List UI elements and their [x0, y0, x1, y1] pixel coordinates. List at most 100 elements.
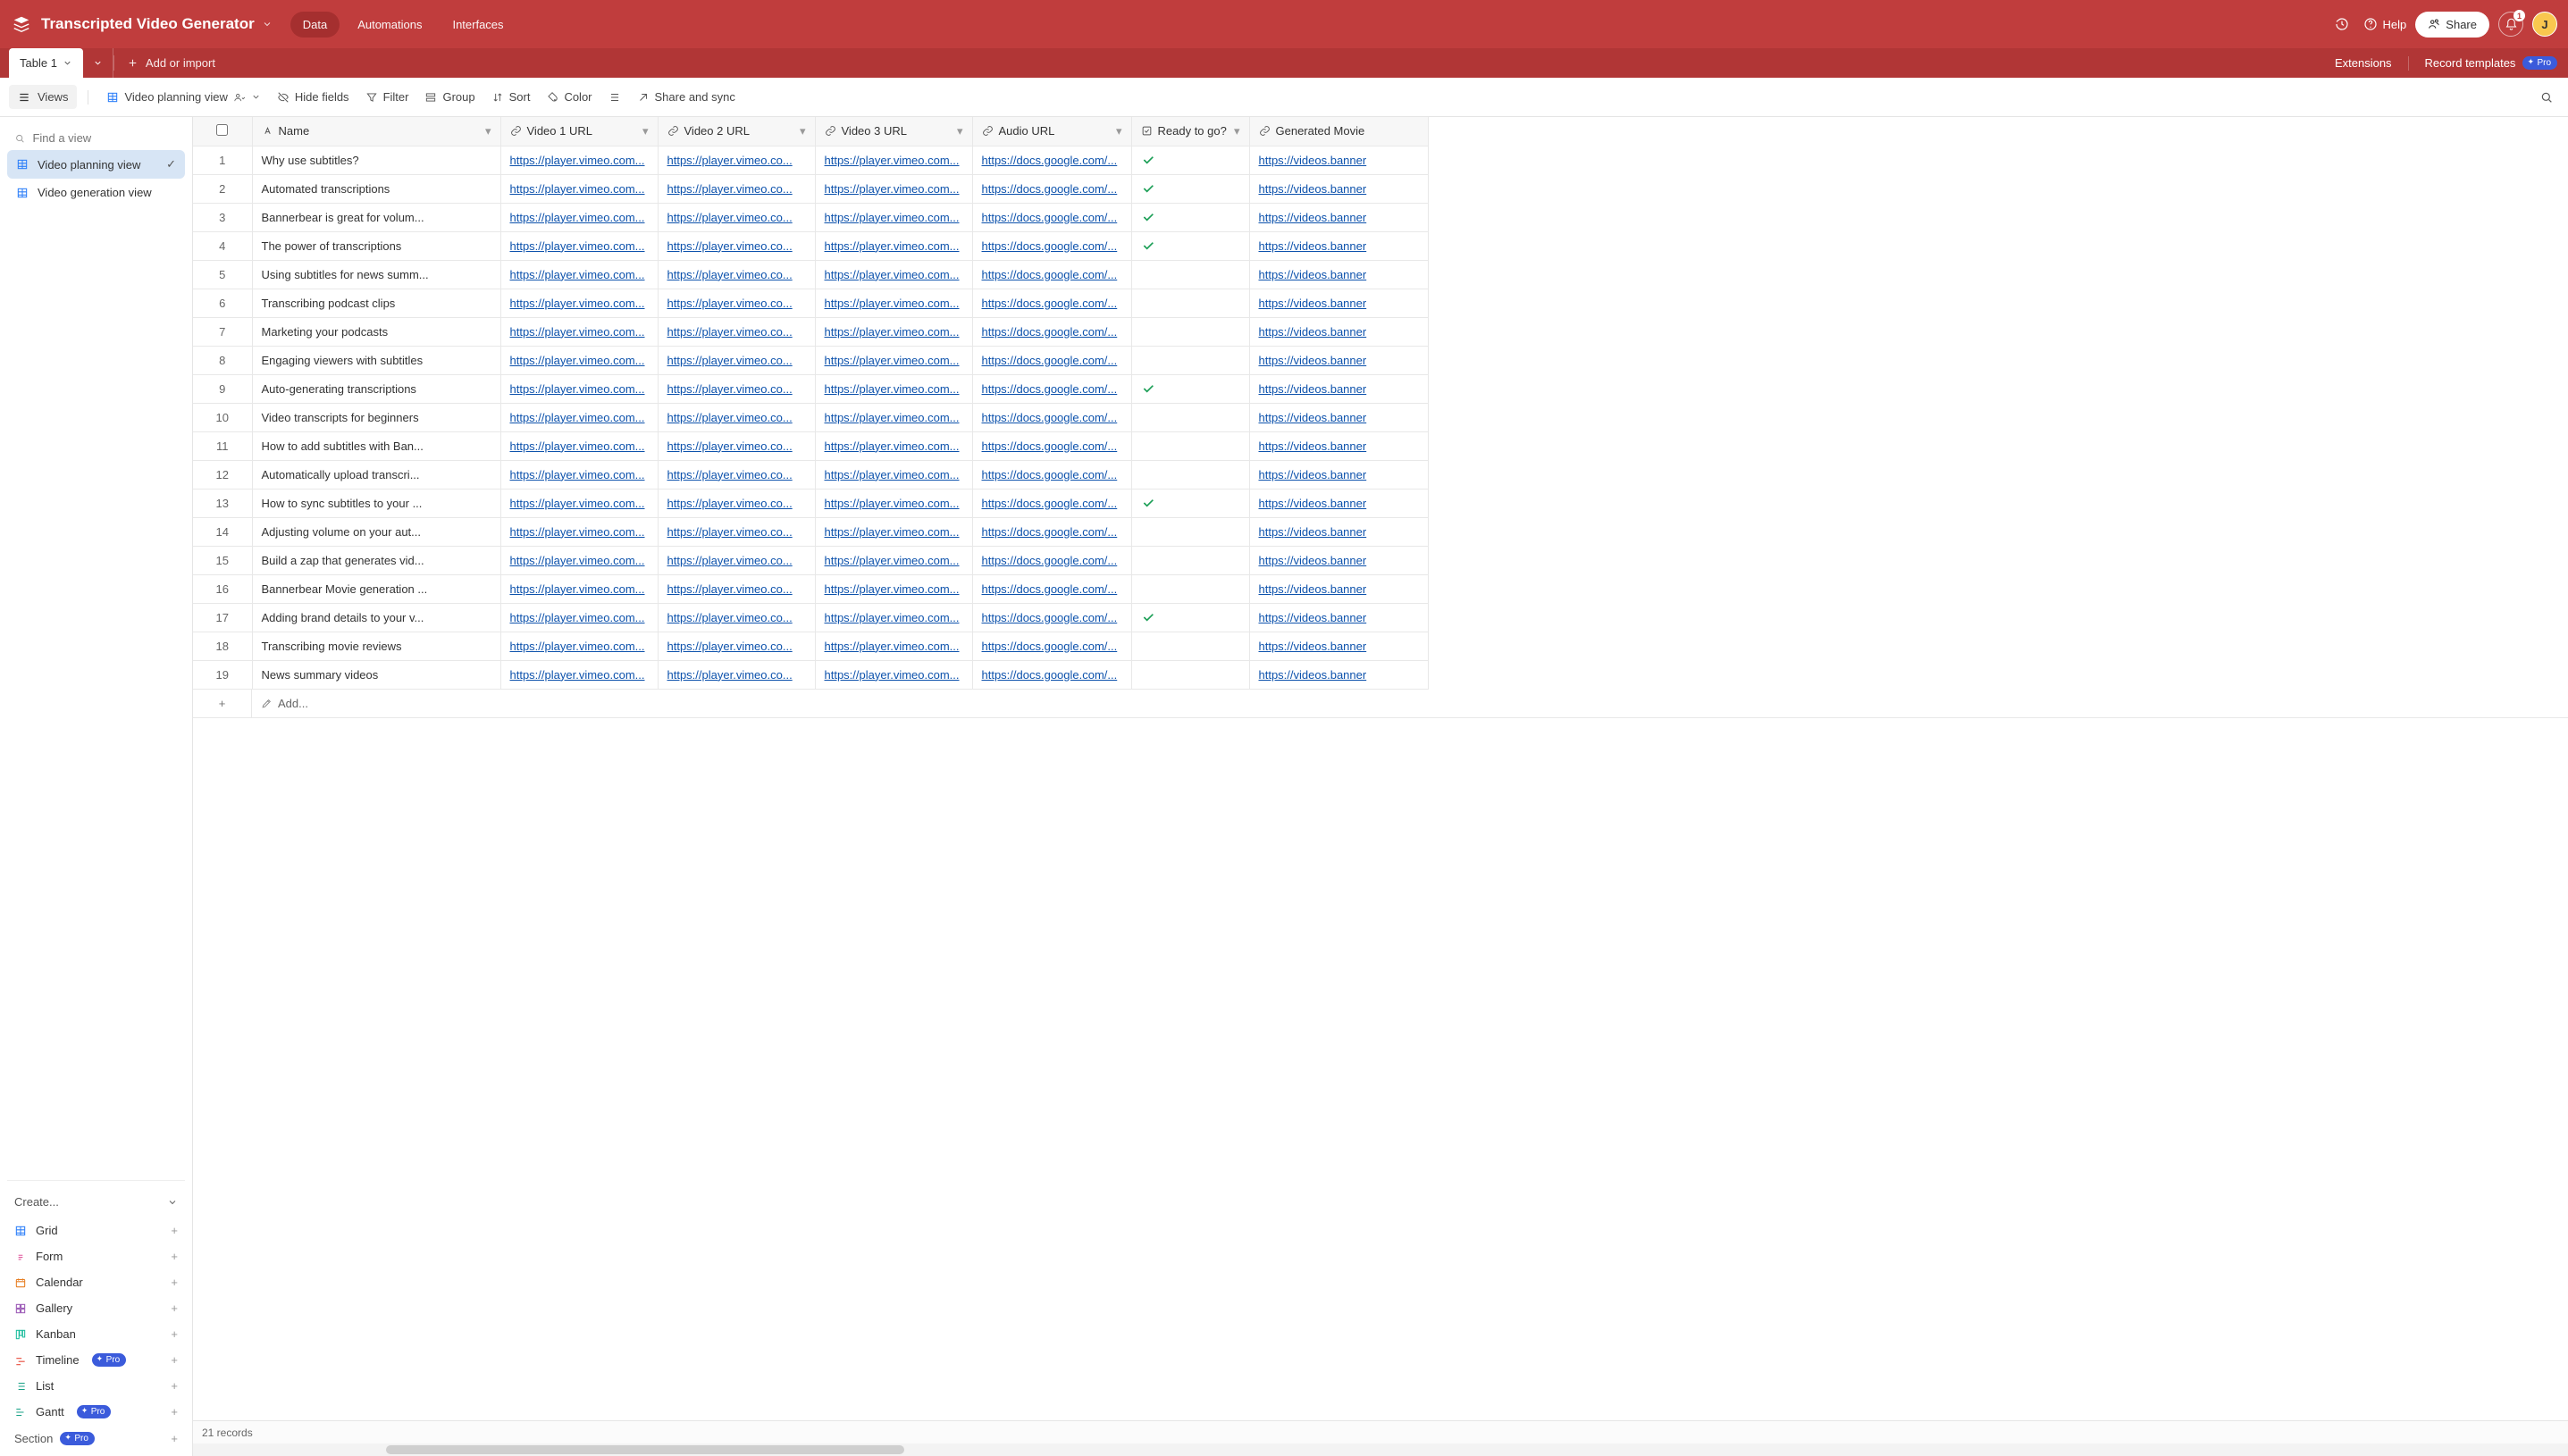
url-link[interactable]: https://player.vimeo.co... [667, 468, 793, 481]
cell-audio[interactable]: https://docs.google.com/... [972, 346, 1131, 374]
url-link[interactable]: https://videos.banner [1259, 182, 1367, 196]
row-number[interactable]: 10 [193, 403, 252, 431]
cell-video2[interactable]: https://player.vimeo.co... [658, 289, 815, 317]
hide-fields-button[interactable]: Hide fields [270, 85, 357, 109]
cell-generated[interactable]: https://videos.banner [1249, 346, 1428, 374]
cell-video1[interactable]: https://player.vimeo.com... [500, 460, 658, 489]
section-create[interactable]: Section Pro + [7, 1425, 185, 1447]
table-row[interactable]: 15 Build a zap that generates vid... htt… [193, 546, 1428, 574]
url-link[interactable]: https://player.vimeo.com... [825, 668, 960, 682]
table-row[interactable]: 12 Automatically upload transcri... http… [193, 460, 1428, 489]
cell-video2[interactable]: https://player.vimeo.co... [658, 203, 815, 231]
cell-generated[interactable]: https://videos.banner [1249, 317, 1428, 346]
table-row[interactable]: 13 How to sync subtitles to your ... htt… [193, 489, 1428, 517]
url-link[interactable]: https://player.vimeo.com... [510, 439, 645, 453]
row-number[interactable]: 4 [193, 231, 252, 260]
cell-generated[interactable]: https://videos.banner [1249, 403, 1428, 431]
cell-video1[interactable]: https://player.vimeo.com... [500, 203, 658, 231]
select-all-checkbox[interactable] [216, 124, 228, 136]
create-view-gallery[interactable]: Gallery+ [7, 1295, 185, 1321]
cell-generated[interactable]: https://videos.banner [1249, 574, 1428, 603]
extensions-button[interactable]: Extensions [2335, 56, 2392, 70]
cell-name[interactable]: Why use subtitles? [252, 146, 500, 174]
views-toggle[interactable]: Views [9, 85, 77, 109]
cell-video1[interactable]: https://player.vimeo.com... [500, 574, 658, 603]
cell-ready[interactable] [1131, 546, 1249, 574]
url-link[interactable]: https://player.vimeo.com... [825, 297, 960, 310]
table-row[interactable]: 10 Video transcripts for beginners https… [193, 403, 1428, 431]
table-row[interactable]: 3 Bannerbear is great for volum... https… [193, 203, 1428, 231]
cell-video2[interactable]: https://player.vimeo.co... [658, 632, 815, 660]
table-row[interactable]: 6 Transcribing podcast clips https://pla… [193, 289, 1428, 317]
table-row[interactable]: 11 How to add subtitles with Ban... http… [193, 431, 1428, 460]
chevron-down-icon[interactable] [262, 19, 273, 29]
filter-button[interactable]: Filter [358, 85, 416, 109]
cell-video2[interactable]: https://player.vimeo.co... [658, 489, 815, 517]
url-link[interactable]: https://videos.banner [1259, 268, 1367, 281]
cell-ready[interactable] [1131, 146, 1249, 174]
cell-name[interactable]: Engaging viewers with subtitles [252, 346, 500, 374]
cell-generated[interactable]: https://videos.banner [1249, 289, 1428, 317]
cell-video1[interactable]: https://player.vimeo.com... [500, 231, 658, 260]
url-link[interactable]: https://videos.banner [1259, 668, 1367, 682]
cell-ready[interactable] [1131, 403, 1249, 431]
url-link[interactable]: https://player.vimeo.com... [825, 325, 960, 339]
cell-audio[interactable]: https://docs.google.com/... [972, 374, 1131, 403]
url-link[interactable]: https://player.vimeo.com... [825, 582, 960, 596]
row-number[interactable]: 14 [193, 517, 252, 546]
url-link[interactable]: https://videos.banner [1259, 497, 1367, 510]
url-link[interactable]: https://player.vimeo.com... [510, 640, 645, 653]
cell-video1[interactable]: https://player.vimeo.com... [500, 489, 658, 517]
table-tab[interactable]: Table 1 [9, 48, 83, 78]
url-link[interactable]: https://player.vimeo.com... [510, 239, 645, 253]
url-link[interactable]: https://videos.banner [1259, 554, 1367, 567]
cell-audio[interactable]: https://docs.google.com/... [972, 489, 1131, 517]
url-link[interactable]: https://player.vimeo.com... [825, 439, 960, 453]
row-number[interactable]: 9 [193, 374, 252, 403]
create-view-form[interactable]: Form+ [7, 1243, 185, 1269]
url-link[interactable]: https://player.vimeo.com... [825, 497, 960, 510]
table-row[interactable]: 19 News summary videos https://player.vi… [193, 660, 1428, 689]
cell-audio[interactable]: https://docs.google.com/... [972, 289, 1131, 317]
add-or-import-button[interactable]: Add or import [114, 48, 228, 78]
color-button[interactable]: Color [539, 85, 599, 109]
url-link[interactable]: https://player.vimeo.co... [667, 411, 793, 424]
table-row[interactable]: 8 Engaging viewers with subtitles https:… [193, 346, 1428, 374]
url-link[interactable]: https://player.vimeo.com... [825, 554, 960, 567]
add-row[interactable]: + Add... [193, 690, 2568, 718]
url-link[interactable]: https://docs.google.com/... [982, 611, 1118, 624]
cell-ready[interactable] [1131, 374, 1249, 403]
url-link[interactable]: https://docs.google.com/... [982, 354, 1118, 367]
chevron-down-icon[interactable]: ▾ [800, 124, 806, 138]
cell-name[interactable]: Adding brand details to your v... [252, 603, 500, 632]
cell-video1[interactable]: https://player.vimeo.com... [500, 174, 658, 203]
cell-video2[interactable]: https://player.vimeo.co... [658, 603, 815, 632]
cell-generated[interactable]: https://videos.banner [1249, 174, 1428, 203]
url-link[interactable]: https://player.vimeo.co... [667, 182, 793, 196]
url-link[interactable]: https://player.vimeo.co... [667, 525, 793, 539]
horizontal-scrollbar[interactable] [193, 1443, 2568, 1456]
cell-video1[interactable]: https://player.vimeo.com... [500, 260, 658, 289]
url-link[interactable]: https://videos.banner [1259, 325, 1367, 339]
url-link[interactable]: https://player.vimeo.com... [825, 154, 960, 167]
plus-icon[interactable]: + [193, 690, 252, 717]
cell-name[interactable]: Video transcripts for beginners [252, 403, 500, 431]
table-row[interactable]: 2 Automated transcriptions https://playe… [193, 174, 1428, 203]
group-button[interactable]: Group [417, 85, 482, 109]
url-link[interactable]: https://docs.google.com/... [982, 154, 1118, 167]
url-link[interactable]: https://player.vimeo.com... [825, 382, 960, 396]
url-link[interactable]: https://player.vimeo.com... [825, 211, 960, 224]
url-link[interactable]: https://docs.google.com/... [982, 182, 1118, 196]
url-link[interactable]: https://docs.google.com/... [982, 468, 1118, 481]
chevron-down-icon[interactable]: ▾ [485, 124, 491, 138]
url-link[interactable]: https://videos.banner [1259, 411, 1367, 424]
url-link[interactable]: https://player.vimeo.co... [667, 239, 793, 253]
url-link[interactable]: https://player.vimeo.com... [825, 411, 960, 424]
cell-generated[interactable]: https://videos.banner [1249, 546, 1428, 574]
cell-name[interactable]: News summary videos [252, 660, 500, 689]
url-link[interactable]: https://player.vimeo.com... [825, 640, 960, 653]
cell-video2[interactable]: https://player.vimeo.co... [658, 231, 815, 260]
cell-audio[interactable]: https://docs.google.com/... [972, 203, 1131, 231]
cell-video3[interactable]: https://player.vimeo.com... [815, 460, 972, 489]
cell-name[interactable]: Build a zap that generates vid... [252, 546, 500, 574]
